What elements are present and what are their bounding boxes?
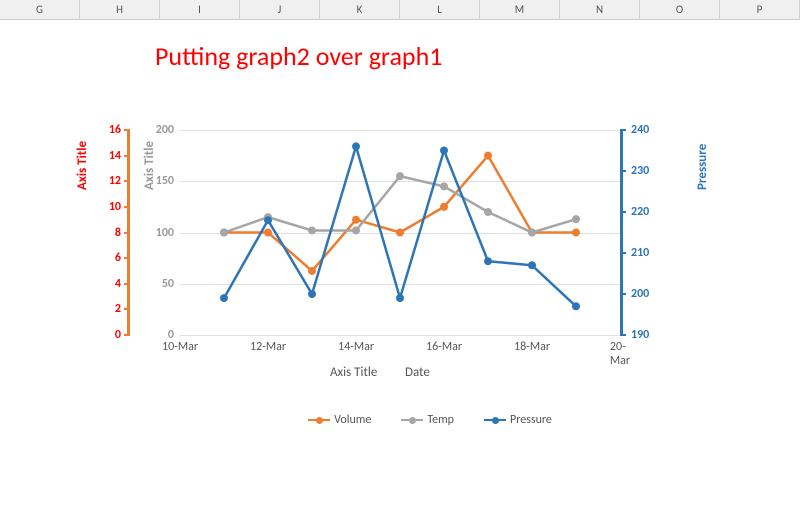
y-red-tick: 16 bbox=[109, 123, 121, 137]
legend-volume[interactable]: Volume bbox=[308, 410, 371, 430]
x-tick: 14-Mar bbox=[338, 340, 374, 354]
series-marker-temp[interactable] bbox=[352, 226, 360, 234]
series-marker-pressure[interactable] bbox=[308, 290, 316, 298]
column-header-I[interactable]: I bbox=[160, 0, 240, 19]
x-axis-title-1[interactable]: Axis Title bbox=[330, 365, 377, 380]
y-red-tick: 14 bbox=[109, 149, 121, 163]
column-header-G[interactable]: G bbox=[0, 0, 80, 19]
column-header-M[interactable]: M bbox=[480, 0, 560, 19]
legend-temp[interactable]: Temp bbox=[401, 410, 454, 430]
series-marker-pressure[interactable] bbox=[264, 216, 272, 224]
series-line-temp[interactable] bbox=[224, 176, 576, 232]
column-header-J[interactable]: J bbox=[240, 0, 320, 19]
series-marker-volume[interactable] bbox=[352, 216, 360, 224]
x-tick: 20-Mar bbox=[610, 340, 630, 368]
y-red-tick: 12 bbox=[109, 174, 121, 188]
legend[interactable]: Volume Temp Pressure bbox=[230, 410, 630, 430]
gridline bbox=[180, 335, 620, 336]
series-marker-pressure[interactable] bbox=[572, 302, 580, 310]
x-tick: 16-Mar bbox=[426, 340, 462, 354]
column-header-P[interactable]: P bbox=[720, 0, 800, 19]
x-axis-title-2[interactable]: Date bbox=[405, 365, 430, 380]
series-marker-volume[interactable] bbox=[572, 229, 580, 237]
column-header-O[interactable]: O bbox=[640, 0, 720, 19]
y-red-tick: 2 bbox=[115, 302, 121, 316]
series-marker-temp[interactable] bbox=[440, 182, 448, 190]
series-marker-temp[interactable] bbox=[220, 229, 228, 237]
y-gray-tick: 150 bbox=[156, 174, 174, 188]
legend-temp-label: Temp bbox=[427, 413, 454, 427]
column-header-H[interactable]: H bbox=[80, 0, 160, 19]
y-blue-tick: 210 bbox=[631, 246, 649, 260]
series-marker-volume[interactable] bbox=[264, 229, 272, 237]
legend-pressure[interactable]: Pressure bbox=[484, 410, 552, 430]
series-marker-temp[interactable] bbox=[572, 215, 580, 223]
y-blue-tick: 190 bbox=[631, 328, 649, 342]
y-blue-tick: 220 bbox=[631, 205, 649, 219]
y-gray-tick: 200 bbox=[156, 123, 174, 137]
y-gray-tick: 100 bbox=[156, 226, 174, 240]
series-marker-temp[interactable] bbox=[484, 208, 492, 216]
y-red-tick: 10 bbox=[109, 200, 121, 214]
y-axis-blue[interactable]: 190200210220230240 bbox=[620, 130, 670, 335]
series-marker-pressure[interactable] bbox=[396, 294, 404, 302]
series-marker-temp[interactable] bbox=[528, 229, 536, 237]
series-marker-volume[interactable] bbox=[396, 229, 404, 237]
y-blue-tick: 240 bbox=[631, 123, 649, 137]
chart-lines bbox=[180, 130, 620, 335]
legend-pressure-label: Pressure bbox=[510, 413, 552, 427]
series-marker-volume[interactable] bbox=[440, 203, 448, 211]
y-axis-red-title[interactable]: Axis Title bbox=[75, 141, 90, 190]
series-marker-pressure[interactable] bbox=[528, 261, 536, 269]
x-tick: 10-Mar bbox=[162, 340, 198, 354]
series-marker-temp[interactable] bbox=[396, 172, 404, 180]
column-header-row: GHIJKLMNOP bbox=[0, 0, 800, 20]
y-gray-tick: 50 bbox=[162, 277, 174, 291]
series-marker-pressure[interactable] bbox=[220, 294, 228, 302]
y-red-tick: 0 bbox=[115, 328, 121, 342]
series-marker-volume[interactable] bbox=[308, 267, 316, 275]
series-marker-pressure[interactable] bbox=[484, 257, 492, 265]
y-axis-blue-title[interactable]: Pressure bbox=[695, 144, 710, 190]
series-marker-pressure[interactable] bbox=[352, 142, 360, 150]
plot-area[interactable] bbox=[180, 130, 620, 335]
column-header-N[interactable]: N bbox=[560, 0, 640, 19]
column-header-L[interactable]: L bbox=[400, 0, 480, 19]
chart-title: Putting graph2 over graph1 bbox=[155, 40, 442, 72]
series-marker-volume[interactable] bbox=[484, 152, 492, 160]
series-marker-temp[interactable] bbox=[308, 226, 316, 234]
y-blue-tick: 200 bbox=[631, 287, 649, 301]
series-marker-pressure[interactable] bbox=[440, 147, 448, 155]
y-red-tick: 8 bbox=[115, 226, 121, 240]
chart-object[interactable]: Axis Title Axis Title Pressure 0 2 4 6 8 10 12… bbox=[50, 120, 750, 470]
x-tick: 12-Mar bbox=[250, 340, 286, 354]
y-axis-red[interactable]: 0246810121416 bbox=[90, 130, 130, 335]
y-red-tick: 6 bbox=[115, 251, 121, 265]
column-header-K[interactable]: K bbox=[320, 0, 400, 19]
series-line-pressure[interactable] bbox=[224, 146, 576, 306]
sheet-area: Putting graph2 over graph1 Axis Title Ax… bbox=[0, 20, 800, 518]
x-axis[interactable]: 10-Mar12-Mar14-Mar16-Mar18-Mar20-Mar bbox=[180, 340, 620, 360]
y-red-tick: 4 bbox=[115, 277, 121, 291]
y-blue-tick: 230 bbox=[631, 164, 649, 178]
legend-volume-label: Volume bbox=[334, 413, 371, 427]
x-tick: 18-Mar bbox=[514, 340, 550, 354]
y-axis-gray[interactable]: 050100150200 bbox=[145, 130, 180, 335]
